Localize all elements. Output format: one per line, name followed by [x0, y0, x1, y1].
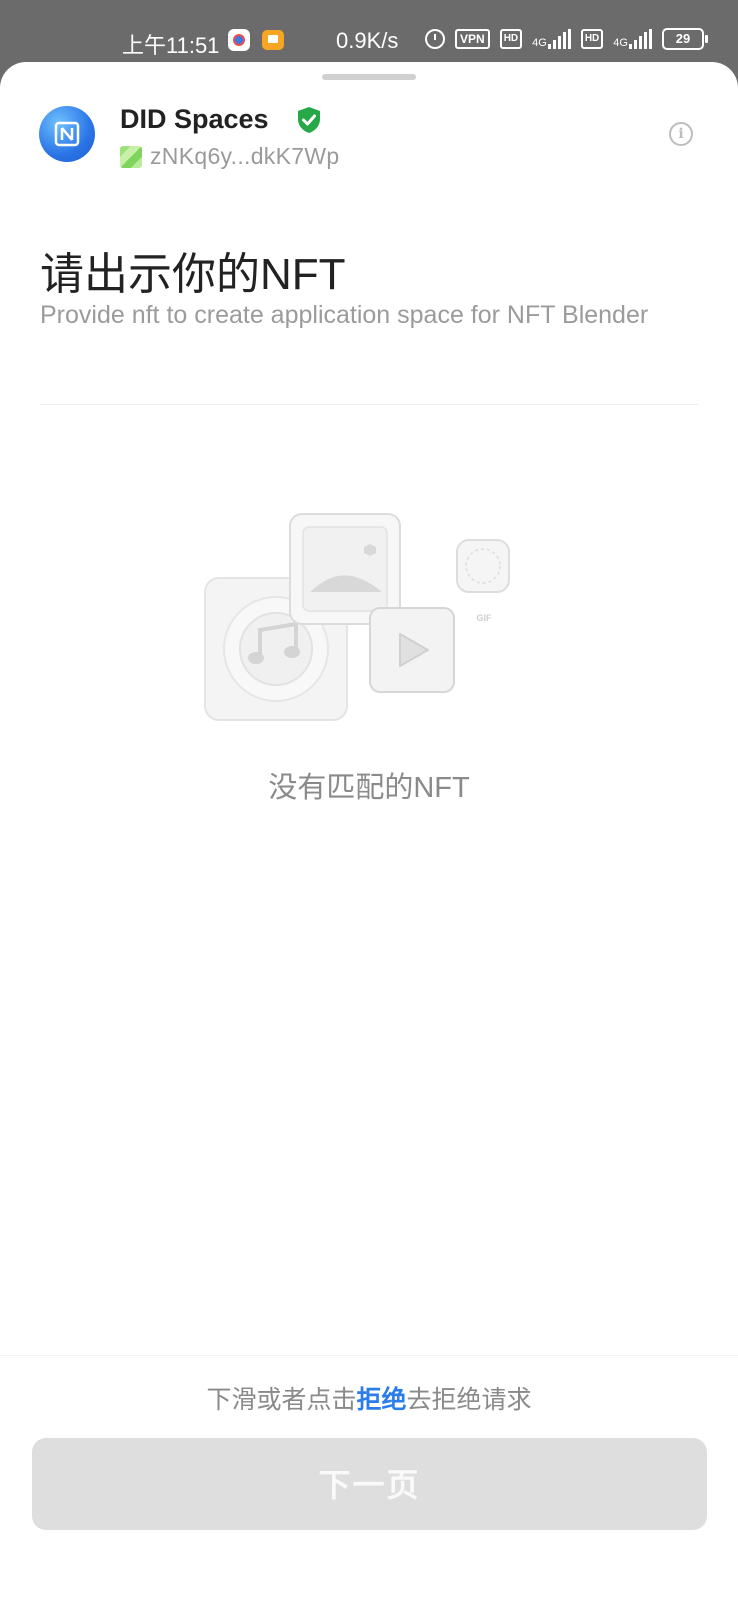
gif-label: GIF [476, 613, 492, 623]
divider [40, 404, 698, 405]
did-avatar-icon [120, 146, 142, 168]
status-bar: 上午11:51 0.9K/s VPN HD 4G HD 4G 29 [0, 0, 738, 62]
vpn-badge: VPN [455, 29, 490, 49]
signal-1-label: 4G [532, 37, 547, 49]
signal-bars-icon [547, 29, 571, 49]
reject-link[interactable]: 拒绝 [356, 1386, 406, 1414]
hd-badge: HD [499, 29, 523, 49]
battery-level: 29 [661, 28, 704, 50]
empty-state-text: 没有匹配的NFT [268, 772, 470, 804]
page-title: 请出示你的NFT [40, 250, 346, 299]
hd-badge-2: HD [580, 29, 604, 49]
app-notification-icon [228, 29, 250, 51]
request-sheet: DID Spaces zNKq6y...dkK7Wp i 请出示你的NFT Pr… [0, 62, 738, 1600]
status-time: 上午11:51 [122, 33, 220, 58]
verified-shield-icon [296, 106, 322, 139]
signal-2: 4G [613, 29, 652, 49]
reject-hint: 下滑或者点击拒绝去拒绝请求 [0, 1380, 738, 1416]
signal-1: 4G [532, 29, 571, 49]
signal-bars-icon-2 [628, 29, 652, 49]
drag-handle[interactable] [322, 74, 416, 80]
signal-2-label: 4G [613, 37, 628, 49]
info-icon[interactable]: i [669, 122, 693, 146]
battery-icon: 29 [661, 28, 708, 50]
app-name: DID Spaces [120, 104, 269, 134]
did-address: zNKq6y...dkK7Wp [150, 143, 340, 169]
alarm-icon [425, 29, 445, 49]
message-notification-icon [262, 30, 284, 50]
page-description: Provide nft to create application space … [40, 301, 649, 329]
next-page-button[interactable]: 下一页 [32, 1438, 707, 1530]
hint-suffix: 去拒绝请求 [406, 1386, 532, 1414]
network-speed: 0.9K/s [336, 28, 399, 53]
status-icons: VPN HD 4G HD 4G 29 [425, 28, 708, 50]
app-logo-icon [39, 106, 95, 162]
footer-divider [0, 1355, 738, 1356]
hint-prefix: 下滑或者点击 [206, 1386, 357, 1414]
